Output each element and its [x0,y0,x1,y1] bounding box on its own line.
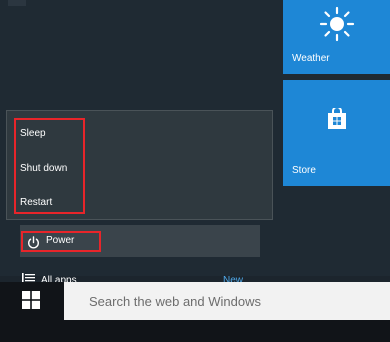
weather-tile[interactable]: Weather [283,0,390,74]
weather-tile-label: Weather [292,53,330,64]
store-bag-icon [328,108,346,129]
power-icon[interactable] [27,236,40,249]
search-input[interactable]: Search the web and Windows [64,282,390,320]
taskbar-bottom-strip [0,320,390,342]
shut-down-option[interactable]: Shut down [20,163,67,174]
start-button[interactable] [0,282,64,320]
collapsed-tile-edge [8,0,26,6]
power-button[interactable]: Power [46,235,74,246]
restart-option[interactable]: Restart [20,197,52,208]
sleep-option[interactable]: Sleep [20,128,46,139]
windows-logo-icon [22,291,40,309]
store-tile[interactable]: Store [283,80,390,186]
sun-icon [319,6,355,42]
store-tile-label: Store [292,165,316,176]
search-placeholder: Search the web and Windows [89,294,261,309]
